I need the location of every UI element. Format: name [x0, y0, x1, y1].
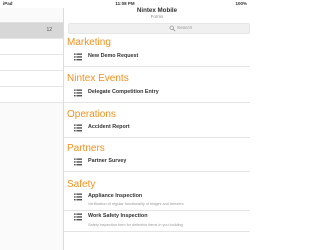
forms-pane: Nintex Mobile Forms Marketing New Demo R… [64, 0, 250, 250]
form-name: New Demo Request [88, 53, 139, 59]
form-item-new-demo-request[interactable]: New Demo Request [64, 49, 250, 67]
left-pane-row[interactable] [0, 71, 63, 87]
form-name: Partner Survey [88, 158, 127, 164]
left-pane-row-count: 12 [46, 27, 52, 33]
form-item-appliance-inspection[interactable]: Appliance Inspection Verification of reg… [64, 191, 250, 211]
form-list-icon [74, 213, 82, 221]
form-name: Delegate Competition Entry [88, 89, 159, 95]
section-title: Marketing [67, 37, 111, 48]
form-name: Appliance Inspection [88, 193, 143, 199]
left-pane-row-selected[interactable]: 12 [0, 23, 63, 39]
section-title: Operations [67, 109, 116, 120]
form-item-accident-report[interactable]: Accident Report [64, 120, 250, 138]
form-description: Verification of regular functionality of… [88, 202, 184, 206]
form-list-icon [74, 158, 82, 166]
form-list-icon [74, 124, 82, 132]
form-item-work-safety-inspection[interactable]: Work Safety Inspection Safety inspection… [64, 211, 250, 232]
form-description: Safety inspection form for defective ite… [88, 223, 183, 227]
page-subtitle: Forms [150, 14, 164, 19]
form-item-partner-survey[interactable]: Partner Survey [64, 154, 250, 172]
search-bar[interactable] [68, 23, 250, 34]
form-list-icon [74, 193, 82, 201]
section-title: Partners [67, 143, 105, 154]
form-name: Accident Report [88, 124, 130, 130]
search-input[interactable] [177, 24, 237, 33]
section-title: Nintex Events [67, 73, 129, 84]
status-carrier: iPad [3, 1, 13, 6]
left-pane-row[interactable] [0, 39, 63, 55]
section-title: Safety [67, 179, 96, 190]
left-pane-row[interactable] [0, 55, 63, 71]
form-list-icon [74, 89, 82, 97]
left-pane: 12 [0, 8, 64, 250]
left-pane-header [0, 8, 63, 23]
form-list-icon [74, 53, 82, 61]
page-title: Nintex Mobile [136, 7, 178, 14]
left-pane-row[interactable] [0, 87, 63, 103]
form-item-delegate-competition-entry[interactable]: Delegate Competition Entry [64, 85, 250, 103]
form-name: Work Safety Inspection [88, 213, 148, 219]
search-icon [169, 25, 176, 32]
